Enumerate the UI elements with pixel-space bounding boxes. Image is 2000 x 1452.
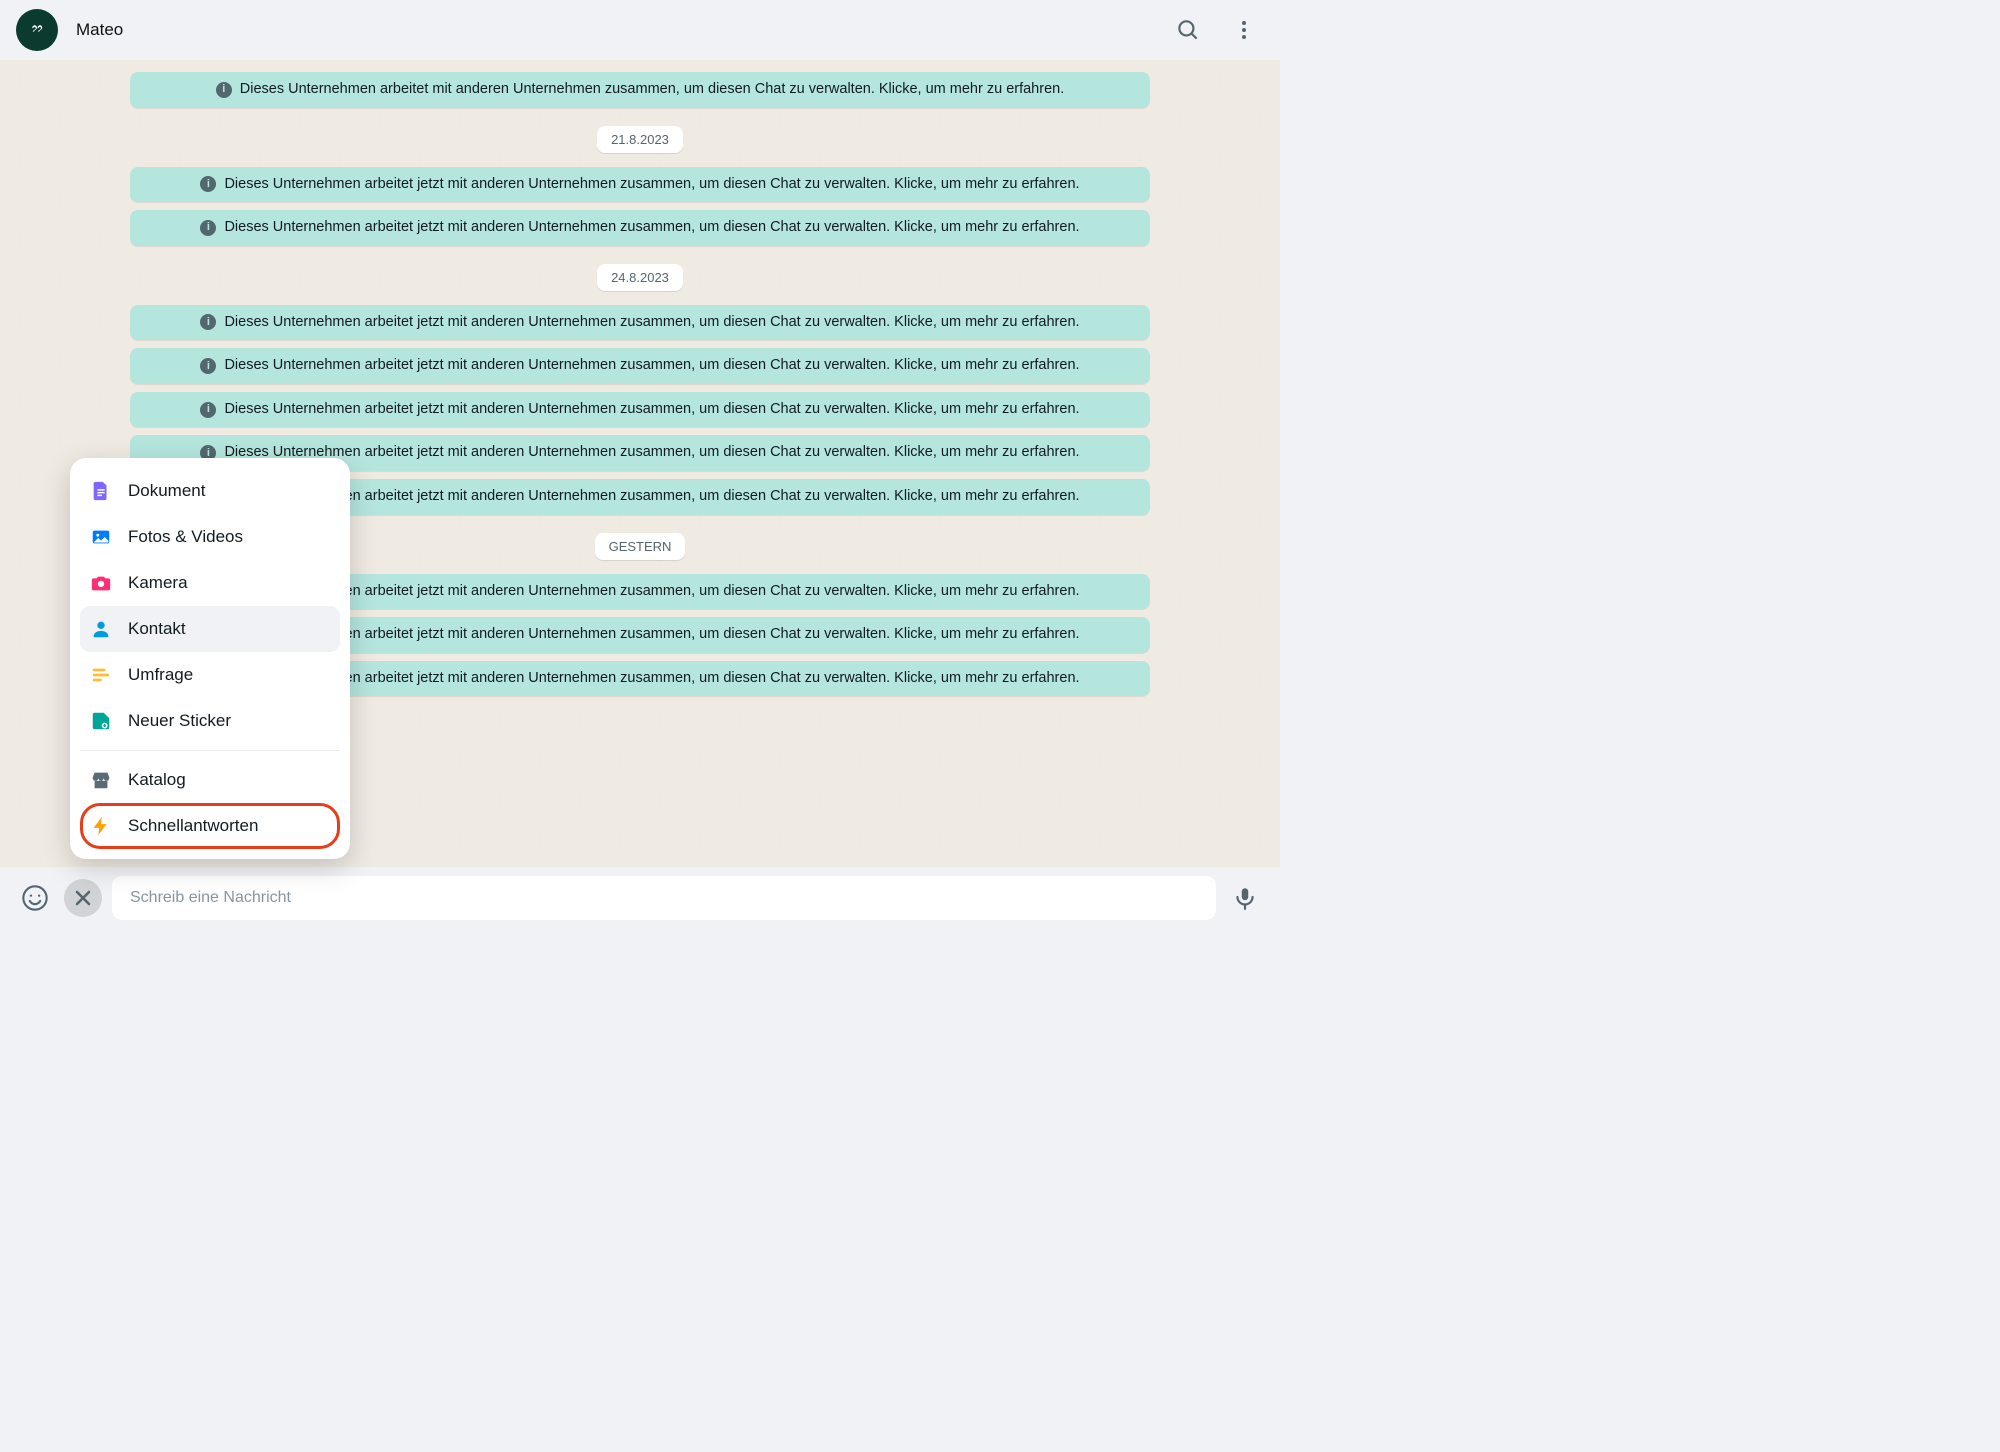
attach-item-label: Fotos & Videos xyxy=(128,527,243,547)
menu-dots-icon[interactable] xyxy=(1230,16,1258,44)
avatar[interactable] xyxy=(16,9,58,51)
date-chip: 24.8.2023 xyxy=(597,264,683,291)
attach-item-document[interactable]: Dokument xyxy=(80,468,340,514)
attach-item-poll[interactable]: Umfrage xyxy=(80,652,340,698)
header-actions xyxy=(1174,16,1258,44)
microphone-icon[interactable] xyxy=(1226,879,1264,917)
attach-item-catalog[interactable]: Katalog xyxy=(80,757,340,803)
date-chip: GESTERN xyxy=(595,533,686,560)
date-chip: 21.8.2023 xyxy=(597,126,683,153)
search-icon[interactable] xyxy=(1174,16,1202,44)
system-notice[interactable]: i Dieses Unternehmen arbeitet jetzt mit a… xyxy=(130,167,1150,203)
attach-item-quick[interactable]: Schnellantworten xyxy=(80,803,340,849)
attachment-menu: Dokument Fotos & Videos Kamera Kontakt Umfra… xyxy=(70,458,350,859)
info-icon: i xyxy=(200,314,216,330)
attach-item-media[interactable]: Fotos & Videos xyxy=(80,514,340,560)
emoji-icon[interactable] xyxy=(16,879,54,917)
message-input[interactable] xyxy=(112,876,1216,920)
system-notice-text: Dieses Unternehmen arbeitet jetzt mit an… xyxy=(224,400,1079,420)
attach-item-label: Umfrage xyxy=(128,665,193,685)
composer xyxy=(0,867,1280,929)
system-notice-text: Dieses Unternehmen arbeitet jetzt mit an… xyxy=(224,443,1079,463)
sticker-icon xyxy=(90,710,112,732)
system-notice-text: Dieses Unternehmen arbeitet jetzt mit an… xyxy=(224,175,1079,195)
info-icon: i xyxy=(200,358,216,374)
system-notice-text: Dieses Unternehmen arbeitet jetzt mit an… xyxy=(224,669,1079,689)
quick-icon xyxy=(90,815,112,837)
system-notice[interactable]: i Dieses Unternehmen arbeitet mit anderen… xyxy=(130,72,1150,108)
chat-header: Mateo xyxy=(0,0,1280,60)
media-icon xyxy=(90,526,112,548)
attach-item-label: Kontakt xyxy=(128,619,186,639)
close-attachment-icon[interactable] xyxy=(64,879,102,917)
system-notice[interactable]: i Dieses Unternehmen arbeitet jetzt mit a… xyxy=(130,210,1150,246)
info-icon: i xyxy=(200,176,216,192)
system-notice-text: Dieses Unternehmen arbeitet jetzt mit an… xyxy=(224,313,1079,333)
attach-item-label: Schnellantworten xyxy=(128,816,258,836)
attach-item-contact[interactable]: Kontakt xyxy=(80,606,340,652)
system-notice-text: Dieses Unternehmen arbeitet jetzt mit an… xyxy=(224,487,1079,507)
info-icon: i xyxy=(200,220,216,236)
poll-icon xyxy=(90,664,112,686)
contact-icon xyxy=(90,618,112,640)
chat-name[interactable]: Mateo xyxy=(76,20,1174,40)
system-notice-text: Dieses Unternehmen arbeitet jetzt mit an… xyxy=(224,582,1079,602)
system-notice[interactable]: i Dieses Unternehmen arbeitet jetzt mit a… xyxy=(130,392,1150,428)
attach-item-label: Katalog xyxy=(128,770,186,790)
system-notice-text: Dieses Unternehmen arbeitet jetzt mit an… xyxy=(224,625,1079,645)
info-icon: i xyxy=(200,402,216,418)
chat-area: i Dieses Unternehmen arbeitet mit anderen… xyxy=(0,60,1280,929)
catalog-icon xyxy=(90,769,112,791)
info-icon: i xyxy=(216,82,232,98)
attach-item-label: Kamera xyxy=(128,573,188,593)
attach-item-sticker[interactable]: Neuer Sticker xyxy=(80,698,340,744)
system-notice-text: Dieses Unternehmen arbeitet jetzt mit an… xyxy=(224,356,1079,376)
attach-item-camera[interactable]: Kamera xyxy=(80,560,340,606)
menu-divider xyxy=(80,750,340,751)
camera-icon xyxy=(90,572,112,594)
attach-item-label: Dokument xyxy=(128,481,205,501)
system-notice-text: Dieses Unternehmen arbeitet jetzt mit an… xyxy=(224,218,1079,238)
document-icon xyxy=(90,480,112,502)
system-notice-text: Dieses Unternehmen arbeitet mit anderen … xyxy=(240,80,1064,100)
attach-item-label: Neuer Sticker xyxy=(128,711,231,731)
system-notice[interactable]: i Dieses Unternehmen arbeitet jetzt mit a… xyxy=(130,348,1150,384)
system-notice[interactable]: i Dieses Unternehmen arbeitet jetzt mit a… xyxy=(130,305,1150,341)
